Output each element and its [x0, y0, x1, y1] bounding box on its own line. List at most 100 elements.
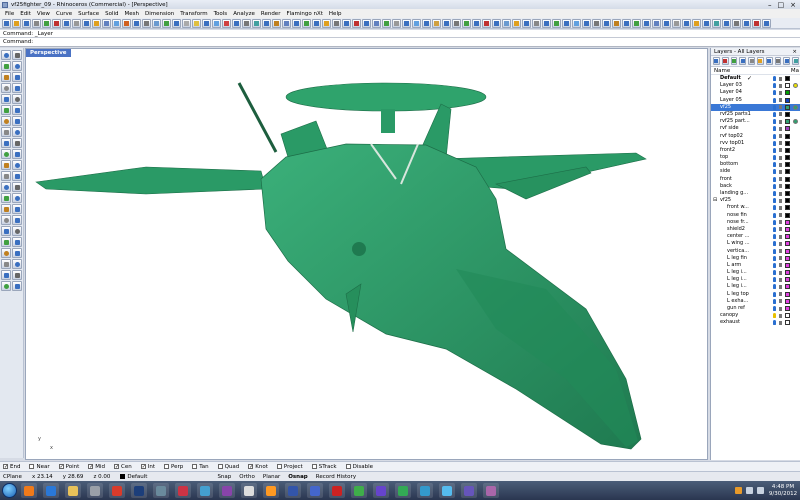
checkbox[interactable]: ✓: [248, 464, 253, 470]
toolbar-tool-icon[interactable]: [732, 18, 741, 28]
visibility-bulb-icon[interactable]: [773, 270, 776, 276]
layer-color-swatch[interactable]: [785, 155, 790, 161]
lock-icon[interactable]: [779, 241, 782, 246]
sidebar-tool-icon[interactable]: [12, 270, 22, 280]
menu-surface[interactable]: Surface: [75, 11, 102, 17]
sidebar-tool-icon[interactable]: [12, 116, 22, 126]
toolbar-tool-icon[interactable]: [252, 18, 261, 28]
visibility-bulb-icon[interactable]: [773, 277, 776, 283]
column-material[interactable]: Ma: [791, 67, 799, 75]
layer-row[interactable]: L leg i...: [711, 269, 800, 276]
sidebar-tool-icon[interactable]: [1, 50, 11, 60]
toolbar-tool-icon[interactable]: [302, 18, 311, 28]
toolbar-tool-icon[interactable]: [162, 18, 171, 28]
menu-tools[interactable]: Tools: [211, 11, 231, 17]
visibility-bulb-icon[interactable]: [773, 313, 776, 319]
sidebar-tool-icon[interactable]: [1, 281, 11, 291]
layer-row[interactable]: front w...: [711, 204, 800, 211]
toolbar-tool-icon[interactable]: [322, 18, 331, 28]
layer-color-swatch[interactable]: [785, 255, 790, 261]
layer-color-swatch[interactable]: [785, 191, 790, 196]
explorer-icon[interactable]: [65, 483, 81, 498]
toolbar-tool-icon[interactable]: [232, 18, 241, 28]
lock-icon[interactable]: [779, 213, 782, 218]
toolbar-tool-icon[interactable]: [722, 18, 731, 28]
visibility-bulb-icon[interactable]: [773, 111, 776, 117]
layer-row[interactable]: gun ref: [711, 305, 800, 312]
layer-color-swatch[interactable]: [785, 183, 790, 189]
layer-color-swatch[interactable]: [785, 104, 790, 110]
visibility-bulb-icon[interactable]: [773, 97, 776, 103]
sidebar-tool-icon[interactable]: [12, 226, 22, 236]
sidebar-tool-icon[interactable]: [12, 127, 22, 137]
ie-icon[interactable]: [43, 483, 59, 498]
app18-icon[interactable]: [395, 483, 411, 498]
sidebar-tool-icon[interactable]: [12, 61, 22, 71]
sidebar-tool-icon[interactable]: [12, 72, 22, 82]
app10-icon[interactable]: [219, 483, 235, 498]
layer-row[interactable]: rvf25 part...: [711, 118, 800, 125]
toolbar-tool-icon[interactable]: [422, 18, 431, 28]
visibility-bulb-icon[interactable]: [773, 205, 776, 211]
toolbar-tool-icon[interactable]: [572, 18, 581, 28]
sidebar-tool-icon[interactable]: [12, 160, 22, 170]
layer-row[interactable]: rvf side: [711, 125, 800, 132]
osnap-perp[interactable]: Perp: [164, 464, 183, 470]
app9-icon[interactable]: [197, 483, 213, 498]
layer-row[interactable]: ⊟ vf25: [711, 197, 800, 204]
layer-tool-icon[interactable]: [739, 57, 747, 65]
current-layer[interactable]: Default: [120, 473, 147, 480]
toolbar-tool-icon[interactable]: [622, 18, 631, 28]
layer-tool-icon[interactable]: [730, 57, 738, 65]
visibility-bulb-icon[interactable]: [773, 212, 776, 218]
checkbox[interactable]: ✓: [3, 464, 8, 470]
toolbar-tool-icon[interactable]: [12, 18, 21, 28]
menu-dimension[interactable]: Dimension: [142, 11, 177, 17]
visibility-bulb-icon[interactable]: [773, 126, 776, 132]
layer-color-swatch[interactable]: [785, 306, 790, 311]
sidebar-tool-icon[interactable]: [1, 270, 11, 280]
layer-tool-icon[interactable]: [713, 57, 720, 65]
menu-edit[interactable]: Edit: [17, 11, 34, 17]
layer-tool-icon[interactable]: [765, 57, 773, 65]
lock-icon[interactable]: [779, 119, 782, 124]
layer-row[interactable]: landing g...: [711, 190, 800, 197]
layer-color-swatch[interactable]: [785, 291, 790, 297]
column-name[interactable]: Name: [714, 68, 730, 74]
status-pane-record-history[interactable]: Record History: [316, 474, 356, 480]
close-icon[interactable]: ×: [790, 1, 796, 9]
toolbar-tool-icon[interactable]: [702, 18, 711, 28]
toolbar-tool-icon[interactable]: [532, 18, 541, 28]
app15-icon[interactable]: [329, 483, 345, 498]
layer-color-swatch[interactable]: [785, 133, 790, 139]
app21-icon[interactable]: [461, 483, 477, 498]
layer-row[interactable]: vertica...: [711, 248, 800, 255]
layer-row[interactable]: vf25: [711, 103, 800, 111]
sidebar-tool-icon[interactable]: [1, 182, 11, 192]
sidebar-tool-icon[interactable]: [1, 94, 11, 104]
layer-row[interactable]: bottom: [711, 161, 800, 168]
toolbar-tool-icon[interactable]: [42, 18, 51, 28]
sidebar-tool-icon[interactable]: [12, 50, 22, 60]
layer-color-swatch[interactable]: [785, 198, 790, 204]
layer-tool-icon[interactable]: [792, 57, 799, 65]
lock-icon[interactable]: [779, 256, 782, 261]
toolbar-tool-icon[interactable]: [72, 18, 81, 28]
layer-color-swatch[interactable]: [785, 140, 790, 146]
sidebar-tool-icon[interactable]: [1, 83, 11, 93]
visibility-bulb-icon[interactable]: [773, 320, 776, 326]
layer-row[interactable]: rvv top01: [711, 140, 800, 147]
sidebar-tool-icon[interactable]: [1, 237, 11, 247]
layer-row[interactable]: Layer 04: [711, 89, 800, 96]
visibility-bulb-icon[interactable]: [773, 262, 776, 268]
expand-icon[interactable]: ⊟: [713, 197, 717, 204]
lock-icon[interactable]: [779, 169, 782, 174]
layer-row[interactable]: shield2: [711, 226, 800, 233]
command-prompt[interactable]: Command:: [0, 38, 800, 47]
layer-row[interactable]: center ...: [711, 233, 800, 240]
layer-row[interactable]: nose fr...: [711, 219, 800, 226]
lock-icon[interactable]: [779, 227, 782, 232]
toolbar-tool-icon[interactable]: [522, 18, 531, 28]
chrome-icon[interactable]: [109, 483, 125, 498]
toolbar-tool-icon[interactable]: [382, 18, 391, 28]
